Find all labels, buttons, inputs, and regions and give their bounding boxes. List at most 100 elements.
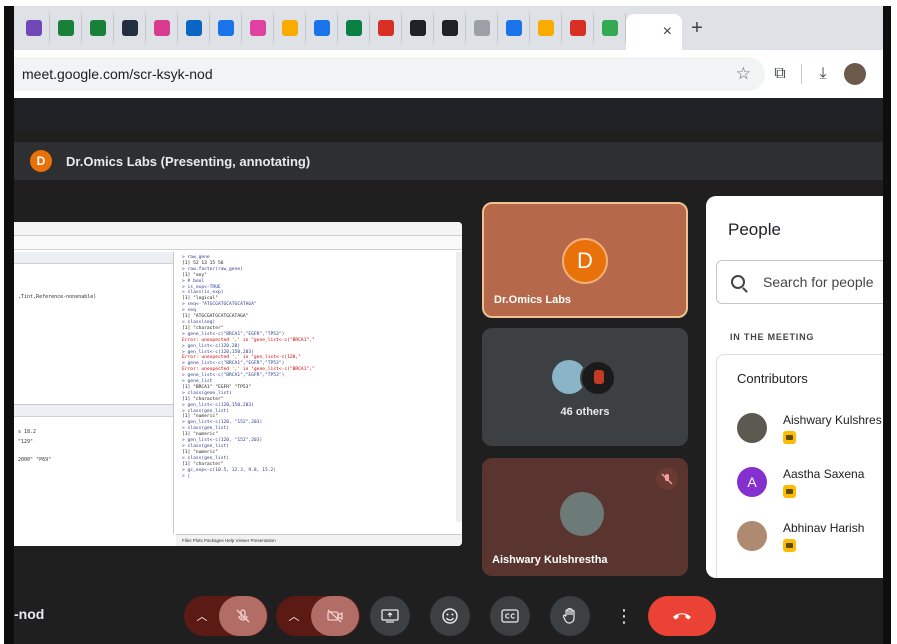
console-line: > | xyxy=(182,473,191,479)
browser-tab[interactable] xyxy=(434,13,466,43)
linkedin-icon xyxy=(185,20,202,36)
participant-row[interactable]: Aishwary Kulshres xyxy=(737,411,883,451)
more-options-icon[interactable]: ⋮ xyxy=(610,596,638,636)
files-pane-tabs: Files Plots Packages Help Viewer Present… xyxy=(176,534,462,546)
profile-avatar[interactable] xyxy=(844,63,866,85)
browser-tab-strip: × + xyxy=(14,6,883,50)
app-icon xyxy=(473,20,490,36)
camera-off-icon[interactable] xyxy=(311,596,359,636)
meeting-code: -nod xyxy=(14,606,45,622)
participant-tile-name: Aishwary Kulshrestha xyxy=(492,554,608,566)
browser-tab[interactable] xyxy=(274,13,306,43)
active-tab-meet[interactable]: × xyxy=(626,14,682,50)
app-icon xyxy=(409,20,426,36)
browser-tab[interactable] xyxy=(370,13,402,43)
chevron-up-icon[interactable]: ︿ xyxy=(277,596,311,636)
browser-tab[interactable] xyxy=(466,13,498,43)
env-line: 2000" "P69" xyxy=(18,457,52,463)
app-icon xyxy=(313,20,330,36)
browser-tab[interactable] xyxy=(498,13,530,43)
chevron-up-icon[interactable]: ︿ xyxy=(185,596,219,636)
leave-call-button[interactable] xyxy=(648,596,716,636)
extensions-icon[interactable]: ⧉ xyxy=(765,65,795,83)
rstudio-source-pane: ,Tint,Reference-nonenable) s 18.2 "129" … xyxy=(14,252,174,534)
rstudio-menubar xyxy=(14,222,462,236)
browser-tab[interactable] xyxy=(114,13,146,43)
shared-screen[interactable]: ,Tint,Reference-nonenable) s 18.2 "129" … xyxy=(14,222,462,546)
browser-tab[interactable] xyxy=(306,13,338,43)
search-people-input[interactable]: Search for people xyxy=(716,260,883,304)
browser-tab[interactable] xyxy=(530,13,562,43)
app-icon xyxy=(537,20,554,36)
toolbar-separator xyxy=(801,64,802,84)
presenting-banner: D Dr.Omics Labs (Presenting, annotating) xyxy=(14,142,883,180)
app-icon xyxy=(377,20,394,36)
raise-hand-button[interactable] xyxy=(550,596,590,636)
participant-photo xyxy=(560,492,604,536)
browser-tab[interactable] xyxy=(562,13,594,43)
contributors-group[interactable]: Contributors Aishwary Kulshres A Aastha … xyxy=(716,354,883,578)
others-tile[interactable]: 46 others xyxy=(482,328,688,446)
presenter-avatar: D xyxy=(30,150,52,172)
close-tab-icon[interactable]: × xyxy=(663,23,672,41)
people-panel-title: People xyxy=(728,220,781,239)
app-icon xyxy=(281,20,298,36)
meet-top-space xyxy=(14,98,883,130)
sheets-icon xyxy=(89,20,106,36)
camera-control[interactable]: ︿ xyxy=(276,596,360,636)
app-icon xyxy=(153,20,170,36)
source-line: ,Tint,Reference-nonenable) xyxy=(18,294,97,300)
contributors-header: Contributors xyxy=(737,371,808,386)
form-icon xyxy=(25,20,42,36)
browser-tab[interactable] xyxy=(146,13,178,43)
participant-name: Aastha Saxena xyxy=(783,467,865,481)
mic-off-icon xyxy=(656,468,678,490)
app-icon xyxy=(249,20,266,36)
env-pane-header xyxy=(14,405,173,417)
browser-tab[interactable] xyxy=(210,13,242,43)
in-meeting-label: IN THE MEETING xyxy=(730,332,815,342)
presentation-badge-icon xyxy=(783,539,796,552)
download-icon[interactable]: ⤓ xyxy=(808,65,838,83)
sheets-icon xyxy=(57,20,74,36)
presenter-tile-avatar: D xyxy=(562,238,608,284)
others-count-label: 46 others xyxy=(560,406,610,418)
browser-tab[interactable] xyxy=(82,13,114,43)
address-bar[interactable]: meet.google.com/scr-ksyk-nod ☆ xyxy=(14,57,765,91)
participant-row[interactable]: A Aastha Saxena xyxy=(737,465,883,505)
avatar xyxy=(737,521,767,551)
app-icon xyxy=(217,20,234,36)
participant-row[interactable]: Abhinav Harish xyxy=(737,519,883,559)
presenting-label: Dr.Omics Labs (Presenting, annotating) xyxy=(66,153,311,169)
present-screen-button[interactable] xyxy=(370,596,410,636)
bookmark-star-icon[interactable]: ☆ xyxy=(736,64,751,84)
browser-tab[interactable] xyxy=(402,13,434,43)
app-icon xyxy=(569,20,586,36)
rstudio-toolbar xyxy=(14,236,462,250)
browser-tab[interactable] xyxy=(594,13,626,43)
browser-tab[interactable] xyxy=(178,13,210,43)
participant-avatar xyxy=(580,360,616,396)
url-text: meet.google.com/scr-ksyk-nod xyxy=(22,66,213,82)
console-scrollbar[interactable] xyxy=(456,252,462,522)
amazon-icon xyxy=(121,20,138,36)
browser-tab[interactable] xyxy=(242,13,274,43)
participant-tile-aishwary[interactable]: Aishwary Kulshrestha xyxy=(482,458,688,576)
emoji-reaction-button[interactable] xyxy=(430,596,470,636)
people-panel: People Search for people IN THE MEETING … xyxy=(706,196,883,578)
browser-tab[interactable] xyxy=(18,13,50,43)
browser-tab[interactable] xyxy=(50,13,82,43)
presenter-tile[interactable]: D Dr.Omics Labs xyxy=(482,202,688,318)
mic-off-icon[interactable] xyxy=(219,596,267,636)
avatar: A xyxy=(737,467,767,497)
search-icon xyxy=(731,275,745,289)
browser-tab[interactable] xyxy=(338,13,370,43)
address-row: meet.google.com/scr-ksyk-nod ☆ ⧉ ⤓ xyxy=(14,50,883,98)
presentation-badge-icon xyxy=(783,431,796,444)
rstudio-environment-pane: s 18.2 "129" 2000" "P69" xyxy=(14,404,173,534)
new-tab-button[interactable]: + xyxy=(682,17,712,40)
app-icon xyxy=(601,20,618,36)
env-line: "129" xyxy=(18,439,34,445)
mic-control[interactable]: ︿ xyxy=(184,596,268,636)
captions-button[interactable] xyxy=(490,596,530,636)
